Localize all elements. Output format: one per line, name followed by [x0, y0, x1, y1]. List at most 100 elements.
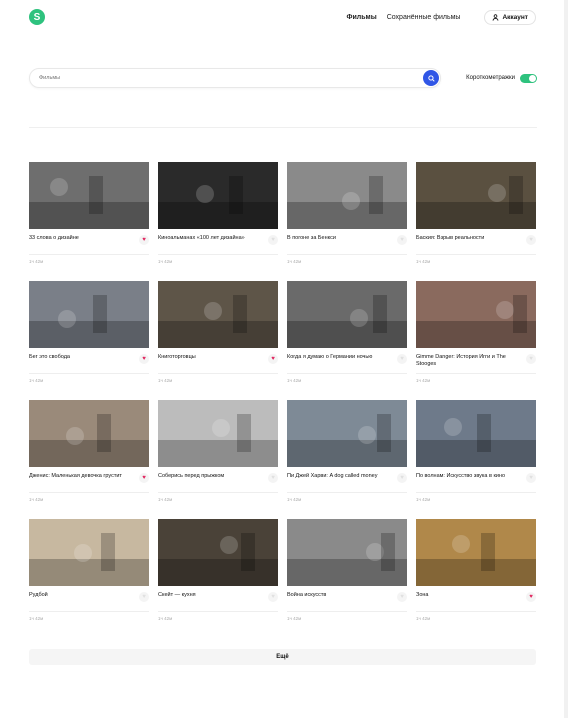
film-thumbnail[interactable] — [158, 400, 278, 467]
film-card[interactable]: 33 слова о дизайне ♥ 1ч 42м — [29, 162, 149, 281]
film-still-image — [287, 162, 407, 229]
film-title[interactable]: Рудбой — [29, 592, 129, 599]
heart-icon[interactable]: ♥ — [139, 354, 149, 364]
film-title[interactable]: Скейт — кухня — [158, 592, 258, 599]
film-title[interactable]: Киноальманах «100 лет дизайна» — [158, 235, 258, 242]
film-title[interactable]: Соберись перед прыжком — [158, 473, 258, 480]
heart-icon[interactable]: ♥ — [268, 592, 278, 602]
film-thumbnail[interactable] — [287, 400, 407, 467]
card-divider — [29, 373, 149, 374]
search-row: Короткометражки — [29, 68, 537, 88]
film-still-image — [287, 281, 407, 348]
heart-icon[interactable]: ♥ — [397, 592, 407, 602]
film-still-image — [416, 519, 536, 586]
film-card[interactable]: Рудбой ♥ 1ч 42м — [29, 519, 149, 638]
load-more-button[interactable]: Ещё — [29, 649, 536, 665]
film-duration: 1ч 42м — [287, 616, 302, 621]
film-thumbnail[interactable] — [29, 281, 149, 348]
film-thumbnail[interactable] — [287, 281, 407, 348]
film-title[interactable]: Книготорговцы — [158, 354, 258, 361]
film-card[interactable]: Пи Джей Харви: A dog called money ♥ 1ч 4… — [287, 400, 407, 519]
heart-icon[interactable]: ♥ — [397, 473, 407, 483]
film-card[interactable]: По волнам: Искусство звука в кино ♥ 1ч 4… — [416, 400, 536, 519]
card-divider — [287, 611, 407, 612]
film-title[interactable]: Gimme Danger: История Игги и The Stooges — [416, 354, 516, 368]
film-card[interactable]: Дженис: Маленькая девочка грустит ♥ 1ч 4… — [29, 400, 149, 519]
shorts-label: Короткометражки — [466, 75, 515, 81]
film-title[interactable]: Зона — [416, 592, 516, 599]
film-duration: 1ч 42м — [416, 616, 431, 621]
film-card[interactable]: Баския: Взрыв реальности ♥ 1ч 42м — [416, 162, 536, 281]
film-thumbnail[interactable] — [416, 162, 536, 229]
film-title[interactable]: 33 слова о дизайне — [29, 235, 129, 242]
card-divider — [29, 611, 149, 612]
film-thumbnail[interactable] — [29, 162, 149, 229]
card-divider — [29, 254, 149, 255]
film-card[interactable]: Киноальманах «100 лет дизайна» ♥ 1ч 42м — [158, 162, 278, 281]
shorts-filter: Короткометражки — [466, 73, 537, 83]
film-card[interactable]: Gimme Danger: История Игги и The Stooges… — [416, 281, 536, 400]
card-divider — [158, 611, 278, 612]
film-thumbnail[interactable] — [416, 519, 536, 586]
card-divider — [287, 254, 407, 255]
card-divider — [158, 373, 278, 374]
film-thumbnail[interactable] — [158, 281, 278, 348]
film-grid: 33 слова о дизайне ♥ 1ч 42м Киноальманах… — [29, 162, 536, 638]
heart-icon[interactable]: ♥ — [139, 235, 149, 245]
film-still-image — [158, 400, 278, 467]
film-title[interactable]: По волнам: Искусство звука в кино — [416, 473, 516, 480]
film-title[interactable]: Пи Джей Харви: A dog called money — [287, 473, 387, 480]
film-thumbnail[interactable] — [158, 519, 278, 586]
film-duration: 1ч 42м — [287, 378, 302, 383]
film-thumbnail[interactable] — [158, 162, 278, 229]
film-card[interactable]: Скейт — кухня ♥ 1ч 42м — [158, 519, 278, 638]
film-card[interactable]: Когда я думаю о Германии ночью ♥ 1ч 42м — [287, 281, 407, 400]
film-card[interactable]: Соберись перед прыжком ♥ 1ч 42м — [158, 400, 278, 519]
film-thumbnail[interactable] — [29, 400, 149, 467]
film-title[interactable]: Баския: Взрыв реальности — [416, 235, 516, 242]
card-divider — [416, 611, 536, 612]
film-title[interactable]: Когда я думаю о Германии ночью — [287, 354, 387, 361]
film-title[interactable]: В погоне за Бенкси — [287, 235, 387, 242]
film-card[interactable]: Бег это свобода ♥ 1ч 42м — [29, 281, 149, 400]
heart-icon[interactable]: ♥ — [268, 473, 278, 483]
film-duration: 1ч 42м — [29, 378, 44, 383]
user-icon — [493, 13, 499, 21]
search-input[interactable] — [39, 75, 399, 81]
nav-films-link[interactable]: Фильмы — [347, 14, 377, 21]
heart-icon[interactable]: ♥ — [268, 354, 278, 364]
heart-icon[interactable]: ♥ — [397, 354, 407, 364]
nav-saved-link[interactable]: Сохранённые фильмы — [387, 14, 461, 21]
film-title[interactable]: Война искусств — [287, 592, 387, 599]
film-duration: 1ч 42м — [158, 378, 173, 383]
heart-icon[interactable]: ♥ — [139, 592, 149, 602]
film-title[interactable]: Бег это свобода — [29, 354, 129, 361]
account-button[interactable]: Аккаунт — [484, 9, 536, 25]
film-card[interactable]: Война искусств ♥ 1ч 42м — [287, 519, 407, 638]
shorts-toggle[interactable] — [520, 73, 537, 83]
search-icon — [427, 74, 435, 82]
scrollbar[interactable] — [564, 0, 568, 718]
heart-icon[interactable]: ♥ — [139, 473, 149, 483]
film-title[interactable]: Дженис: Маленькая девочка грустит — [29, 473, 129, 480]
film-duration: 1ч 42м — [287, 259, 302, 264]
film-card[interactable]: Зона ♥ 1ч 42м — [416, 519, 536, 638]
card-divider — [416, 492, 536, 493]
film-thumbnail[interactable] — [416, 400, 536, 467]
film-thumbnail[interactable] — [416, 281, 536, 348]
film-still-image — [29, 281, 149, 348]
heart-icon[interactable]: ♥ — [526, 592, 536, 602]
heart-icon[interactable]: ♥ — [526, 473, 536, 483]
film-thumbnail[interactable] — [287, 162, 407, 229]
heart-icon[interactable]: ♥ — [526, 354, 536, 364]
search-button[interactable] — [423, 70, 439, 86]
film-card[interactable]: В погоне за Бенкси ♥ 1ч 42м — [287, 162, 407, 281]
logo[interactable]: S — [29, 9, 45, 25]
heart-icon[interactable]: ♥ — [268, 235, 278, 245]
heart-icon[interactable]: ♥ — [526, 235, 536, 245]
film-card[interactable]: Книготорговцы ♥ 1ч 42м — [158, 281, 278, 400]
film-thumbnail[interactable] — [287, 519, 407, 586]
film-still-image — [416, 400, 536, 467]
heart-icon[interactable]: ♥ — [397, 235, 407, 245]
film-thumbnail[interactable] — [29, 519, 149, 586]
